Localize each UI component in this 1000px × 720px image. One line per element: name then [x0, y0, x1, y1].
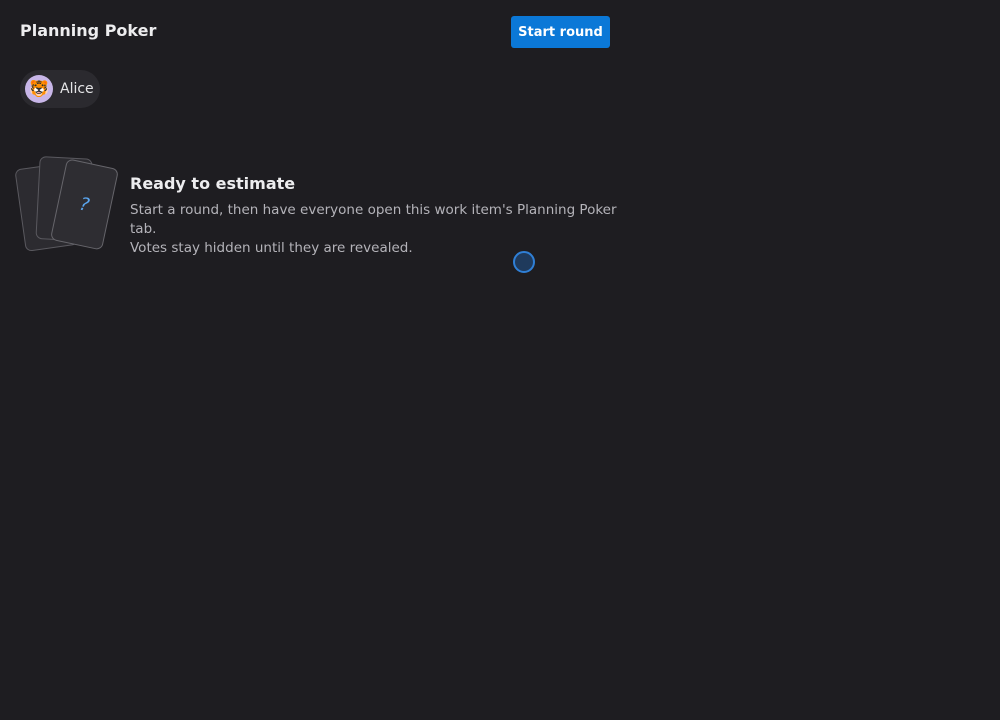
page-title: Planning Poker: [20, 21, 157, 40]
participant-name: Alice: [60, 81, 94, 97]
empty-state-title: Ready to estimate: [130, 174, 296, 193]
card-stack-icon: ?: [15, 156, 118, 252]
empty-state-line-2: Votes stay hidden until they are reveale…: [130, 240, 413, 256]
empty-state-line-1: Start a round, then have everyone open t…: [130, 202, 617, 237]
spinner-icon: [513, 251, 535, 273]
start-round-button[interactable]: Start round: [511, 16, 610, 48]
participant-chip: 🐯 Alice: [20, 70, 100, 108]
tiger-avatar-icon: 🐯: [29, 79, 49, 98]
avatar: 🐯: [25, 75, 53, 103]
empty-state-description: Start a round, then have everyone open t…: [130, 201, 630, 258]
